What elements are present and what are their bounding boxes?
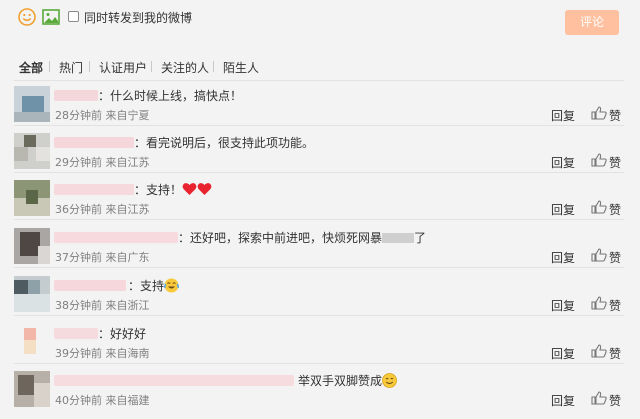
thumbs-up-icon[interactable] [591, 106, 607, 120]
comment-text: ：支持！ [134, 181, 212, 198]
avatar[interactable] [14, 276, 50, 312]
comment-meta: 39分钟前 来自海南 [55, 347, 150, 360]
thumbs-up-icon[interactable] [591, 248, 607, 262]
like-button[interactable]: 赞 [609, 249, 621, 266]
comment-meta: 36分钟前 来自江苏 [55, 203, 150, 216]
avatar[interactable] [14, 133, 50, 169]
tab-separator [49, 61, 50, 72]
reply-button[interactable]: 回复 [551, 297, 575, 314]
reply-button[interactable]: 回复 [551, 249, 575, 266]
comment-divider [14, 219, 624, 220]
comment-divider [14, 267, 624, 268]
thumbs-up-icon[interactable] [591, 200, 607, 214]
avatar[interactable] [14, 86, 50, 122]
comment-meta: 40分钟前 来自福建 [55, 394, 150, 407]
comment-text: 举双手双脚赞成 [298, 372, 397, 389]
smile-icon[interactable] [18, 8, 36, 26]
like-button[interactable]: 赞 [609, 392, 621, 409]
tab-strangers[interactable]: 陌生人 [223, 59, 259, 76]
image-icon[interactable] [42, 9, 60, 25]
comment-divider [14, 172, 624, 173]
comment-meta: 37分钟前 来自广东 [55, 251, 150, 264]
username-redacted[interactable] [54, 184, 134, 195]
tab-hot[interactable]: 热门 [59, 59, 83, 76]
comment-meta: 28分钟前 来自宁夏 [55, 109, 150, 122]
avatar[interactable] [14, 324, 50, 360]
comment-item: ：支持！ 36分钟前 来自江苏 回复 赞 [0, 180, 640, 228]
username-redacted[interactable] [54, 90, 98, 101]
comment-text: ：支持 [128, 277, 180, 294]
tab-separator [89, 61, 90, 72]
username-redacted[interactable] [54, 137, 134, 148]
thumbs-up-icon[interactable] [591, 391, 607, 405]
like-button[interactable]: 赞 [609, 345, 621, 362]
reply-button[interactable]: 回复 [551, 392, 575, 409]
thumbs-up-icon[interactable] [591, 296, 607, 310]
comment-divider [14, 125, 624, 126]
username-redacted[interactable] [54, 280, 126, 291]
comment-item: ：好好好 39分钟前 来自海南 回复 赞 [0, 324, 640, 372]
like-button[interactable]: 赞 [609, 201, 621, 218]
comment-toolbar: 同时转发到我的微博 评论 [0, 0, 640, 44]
comment-divider [14, 363, 624, 364]
like-button[interactable]: 赞 [609, 107, 621, 124]
repost-checkbox[interactable] [68, 11, 79, 22]
avatar[interactable] [14, 371, 50, 407]
username-redacted[interactable] [54, 232, 178, 243]
reply-button[interactable]: 回复 [551, 201, 575, 218]
submit-comment-button[interactable]: 评论 [565, 10, 619, 35]
heart-emoji-icon [197, 183, 212, 195]
comment-item: ：支持 38分钟前 来自浙江 回复 赞 [0, 276, 640, 324]
tab-following[interactable]: 关注的人 [161, 59, 209, 76]
like-button[interactable]: 赞 [609, 154, 621, 171]
tabs-divider [14, 80, 624, 81]
comment-text: ：还好吧，探索中前进吧，快烦死网暴了 [178, 231, 427, 245]
like-button[interactable]: 赞 [609, 297, 621, 314]
comment-item: 举双手双脚赞成 40分钟前 来自福建 回复 赞 [0, 371, 640, 419]
thumbs-up-icon[interactable] [591, 344, 607, 358]
username-redacted[interactable] [54, 328, 98, 339]
reply-button[interactable]: 回复 [551, 107, 575, 124]
comment-meta: 29分钟前 来自江苏 [55, 156, 150, 169]
tab-separator [213, 61, 214, 72]
repost-label: 同时转发到我的微博 [84, 11, 193, 25]
comment-meta: 38分钟前 来自浙江 [55, 299, 150, 312]
comment-text: ：好好好 [98, 327, 147, 341]
tab-all[interactable]: 全部 [19, 59, 43, 76]
avatar[interactable] [14, 180, 50, 216]
comment-item: ：什么时候上线，搞快点！ 28分钟前 来自宁夏 回复 赞 [0, 86, 640, 134]
avatar[interactable] [14, 228, 50, 264]
username-redacted[interactable] [54, 375, 294, 386]
reply-button[interactable]: 回复 [551, 345, 575, 362]
comment-item: ：看完说明后，很支持此项功能。 29分钟前 来自江苏 回复 赞 [0, 133, 640, 181]
crying-laugh-emoji-icon [164, 278, 180, 293]
reply-button[interactable]: 回复 [551, 154, 575, 171]
tab-verified-users[interactable]: 认证用户 [99, 59, 147, 76]
heart-emoji-icon [182, 183, 197, 195]
smile-emoji-icon [382, 373, 397, 388]
comment-text: ：看完说明后，很支持此项功能。 [134, 136, 315, 150]
comment-filter-tabs: 全部 热门 认证用户 关注的人 陌生人 [0, 59, 640, 79]
comment-text: ：什么时候上线，搞快点！ [98, 89, 243, 103]
thumbs-up-icon[interactable] [591, 153, 607, 167]
tab-separator [151, 61, 152, 72]
censored-word [382, 233, 415, 243]
comment-divider [14, 315, 624, 316]
comment-item: ：还好吧，探索中前进吧，快烦死网暴了 37分钟前 来自广东 回复 赞 [0, 228, 640, 276]
